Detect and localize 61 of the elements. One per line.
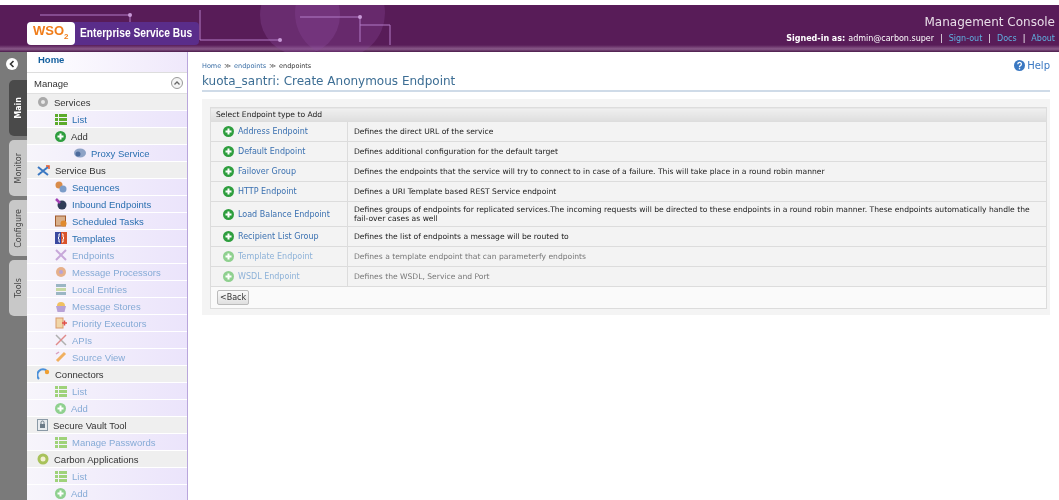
add-icon [223, 166, 234, 177]
help-link[interactable]: Help [1014, 60, 1050, 71]
add-icon [55, 402, 66, 414]
list-icon [55, 113, 67, 125]
menu-group[interactable]: Carbon Applications [27, 451, 187, 468]
pencil-icon [55, 351, 67, 363]
calendar-icon [55, 215, 67, 227]
document-icon [55, 317, 67, 329]
signed-in-label: Signed-in as: [786, 34, 846, 43]
lens-icon [55, 198, 67, 210]
separator: | [988, 34, 991, 43]
menu-group[interactable]: Add [27, 128, 187, 145]
menu-group[interactable]: Connectors [27, 366, 187, 383]
home-link[interactable]: Home [27, 52, 187, 73]
header-link[interactable]: Docs [997, 34, 1017, 43]
add-icon [223, 271, 234, 282]
menu-group[interactable]: Service Bus [27, 162, 187, 179]
arrows-icon [55, 249, 67, 261]
header-link[interactable]: About [1031, 34, 1055, 43]
plug-icon [37, 368, 50, 380]
stack-icon [55, 283, 67, 295]
separator: | [1022, 34, 1026, 43]
gears-icon [55, 181, 67, 193]
menu-item[interactable]: Templates [27, 230, 187, 247]
menu-item[interactable]: List [27, 111, 187, 128]
menu-item[interactable]: Sequences [27, 179, 187, 196]
wso2-logo: WSO$_{2}$ [27, 22, 75, 45]
add-icon [223, 126, 234, 137]
braces-icon [55, 232, 67, 244]
separator: | [940, 34, 943, 43]
menu-item[interactable]: Scheduled Tasks [27, 213, 187, 230]
side-tab[interactable]: Main [9, 80, 27, 136]
help-icon [1014, 60, 1026, 71]
menu-group[interactable]: Services [27, 94, 187, 111]
side-tab[interactable]: Configure [9, 200, 27, 256]
menu-item[interactable]: Proxy Service [27, 145, 187, 162]
add-icon [223, 208, 234, 220]
add-icon [223, 231, 234, 242]
basket-icon [55, 300, 67, 312]
lock-icon [37, 419, 48, 431]
console-title: Management Console [923, 15, 1055, 29]
collapse-icon [6, 58, 18, 70]
add-icon [223, 251, 234, 262]
add-icon [55, 130, 66, 142]
list-icon [55, 470, 67, 482]
menu-group[interactable]: Secure Vault Tool [27, 417, 187, 434]
menu-item[interactable]: Inbound Endpoints [27, 196, 187, 213]
product-name: Enterprise Service Bus [78, 24, 192, 42]
side-tab[interactable]: Tools [9, 260, 27, 316]
list-icon [55, 436, 67, 448]
section-title: Manage [34, 77, 69, 89]
list-icon [55, 385, 67, 397]
username: admin@carbon.super [848, 34, 934, 43]
add-icon [223, 186, 234, 197]
side-tab[interactable]: Monitor [9, 140, 27, 196]
header-link[interactable]: Sign-out [948, 34, 983, 43]
arrows-icon [37, 164, 50, 176]
add-icon [223, 146, 234, 157]
add-icon [55, 487, 66, 499]
back-button[interactable]: <Back [217, 290, 250, 305]
page-title: kuota_santri: Create Anonymous Endpoint [202, 74, 1050, 92]
